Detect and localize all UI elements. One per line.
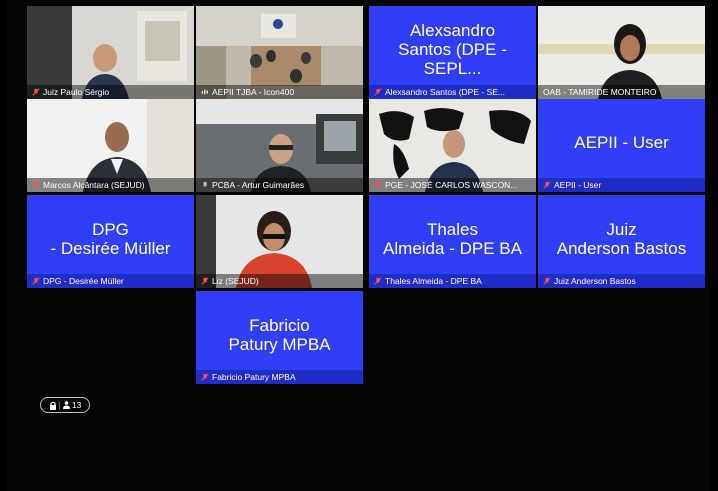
avatar-tile-aepii-user[interactable]: AEPII - User AEPII - User [538,99,705,192]
avatar-tile-alexsandro-santos[interactable]: Alexsandro Santos (DPE - SEPL... Alexsan… [369,6,536,99]
mic-muted-icon [32,179,40,189]
avatar-tile-juiz-anderson[interactable]: Juiz Anderson Bastos Juiz Anderson Basto… [538,195,705,288]
participants-count-badge[interactable]: | 13 [40,397,90,413]
participant-display-name: DPG - Desirée Müller [50,219,171,258]
video-tile-pge-jose-carlos[interactable]: PGE - JOSÉ CARLOS WASCON... [369,99,536,192]
avatar-tile-fabricio-patury[interactable]: Fabricio Patury MPBA Fabricio Patury MPB… [196,291,363,384]
mic-active-icon [201,179,209,187]
participant-label: DPG - Desirée Müller [27,274,194,288]
participant-label: Juiz Paulo Sérgio [27,85,194,99]
mic-muted-icon [201,275,209,285]
participant-label: Marcos Alcântara (SEJUD) [27,178,194,192]
person-icon [62,401,70,409]
video-tile-liz-sejud[interactable]: Liz (SEJUD) [196,195,363,288]
mic-muted-icon [543,275,551,285]
mic-muted-icon [374,86,382,96]
video-tile-juiz-paulo-sergio[interactable]: Juiz Paulo Sérgio [27,6,194,99]
participant-display-name: Juiz Anderson Bastos [556,219,687,258]
participant-label: Alexsandro Santos (DPE - SE... [369,85,536,99]
mic-muted-icon [201,371,209,381]
video-tile-artur-guimaraes[interactable]: PCBA - Artur Guimarães [196,99,363,192]
participant-display-name: Thales Almeida - DPE BA [383,219,522,258]
participant-label: AEPII - User [538,178,705,192]
participant-label: AEPII TJBA - Icon400 [196,85,363,99]
video-tile-marcos-alcantara[interactable]: Marcos Alcântara (SEJUD) [27,99,194,192]
video-tile-oab-tamiride[interactable]: OAB - TAMIRIDE MONTEIRO [538,6,705,99]
avatar-tile-dpg-desiree[interactable]: DPG - Desirée Müller DPG - Desirée Mülle… [27,195,194,288]
mic-muted-icon [374,179,382,189]
meeting-stage: Juiz Paulo Sérgio AEPII TJBA - Icon400 A… [7,0,711,491]
mic-muted-icon [32,275,40,285]
participant-label: PCBA - Artur Guimarães [196,178,363,192]
participant-display-name: Alexsandro Santos (DPE - SEPL... [398,21,507,78]
mic-muted-icon [374,275,382,285]
mic-muted-icon [543,179,551,189]
participant-display-name: AEPII - User [574,133,669,152]
participant-label: Thales Almeida - DPE BA [369,274,536,288]
video-tile-aepii-tjba[interactable]: AEPII TJBA - Icon400 [196,6,363,99]
avatar-tile-thales-almeida[interactable]: Thales Almeida - DPE BA Thales Almeida -… [369,195,536,288]
mic-muted-icon [32,86,40,96]
participant-label: Liz (SEJUD) [196,274,363,288]
lock-icon [49,401,56,410]
audio-signal-icon [201,86,209,95]
participant-label: OAB - TAMIRIDE MONTEIRO [538,85,705,99]
participant-display-name: Fabricio Patury MPBA [228,315,331,354]
participant-label: Fabricio Patury MPBA [196,370,363,384]
participant-label: Juiz Anderson Bastos [538,274,705,288]
participant-label: PGE - JOSÉ CARLOS WASCON... [369,178,536,192]
